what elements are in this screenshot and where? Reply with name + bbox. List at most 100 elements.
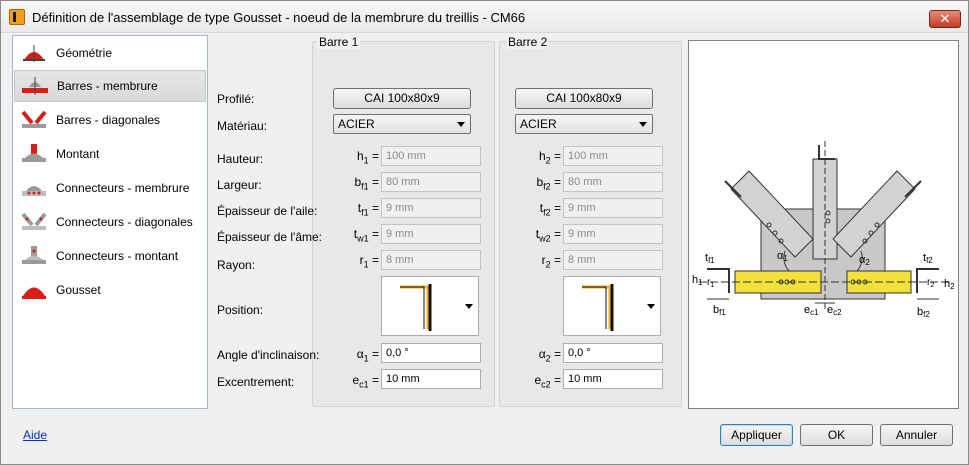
diagonal-connectors-icon bbox=[20, 211, 48, 233]
h2-label: h2 bbox=[944, 278, 955, 291]
app-logo-icon bbox=[9, 9, 25, 25]
bar2-title: Barre 2 bbox=[506, 35, 550, 49]
bar2-bf-symbol: bf2 = bbox=[536, 175, 561, 192]
bar1-material-value: ACIER bbox=[338, 117, 375, 131]
bar1-title: Barre 1 bbox=[317, 35, 361, 49]
height-label: Hauteur: bbox=[217, 152, 264, 166]
chevron-down-icon bbox=[457, 122, 465, 127]
bar1-alpha-symbol: α1 = bbox=[356, 347, 379, 364]
sidebar-item-label: Barres - membrure bbox=[57, 79, 158, 93]
sidebar-item-chord-bars[interactable]: Barres - membrure bbox=[14, 70, 206, 102]
bar1-radius-field[interactable]: 8 mm bbox=[381, 250, 481, 270]
sidebar-item-diagonal-connectors[interactable]: Connecteurs - diagonales bbox=[14, 206, 206, 238]
bar2-tw-symbol: tw2 = bbox=[535, 227, 561, 244]
bar1-angle-field[interactable]: 0,0 ° bbox=[381, 343, 481, 363]
sidebar-item-label: Connecteurs - montant bbox=[56, 249, 179, 263]
post-angle-section bbox=[818, 145, 835, 160]
bar2-height-field[interactable]: 100 mm bbox=[563, 146, 663, 166]
bar1-h-symbol: h1 = bbox=[356, 149, 379, 166]
chord-bars-icon bbox=[21, 75, 49, 97]
geometry-icon bbox=[20, 42, 48, 64]
cancel-button[interactable]: Annuler bbox=[880, 424, 953, 446]
sidebar-item-label: Gousset bbox=[56, 283, 101, 297]
bar2-h-symbol: h2 = bbox=[538, 149, 561, 166]
help-link[interactable]: Aide bbox=[23, 428, 47, 442]
dialog-window: Définition de l'assemblage de type Gouss… bbox=[0, 0, 969, 465]
bar2-eccentricity-field[interactable]: 10 mm bbox=[563, 369, 663, 389]
profile-label: Profilé: bbox=[217, 92, 255, 106]
ok-button[interactable]: OK bbox=[800, 424, 873, 446]
sidebar-item-label: Connecteurs - diagonales bbox=[56, 215, 193, 229]
bar1-bf-symbol: bf1 = bbox=[354, 175, 379, 192]
gusset-icon bbox=[20, 279, 48, 301]
sidebar-item-label: Montant bbox=[56, 147, 100, 161]
tf2-label: tf2 bbox=[923, 252, 933, 265]
width-label: Largeur: bbox=[217, 178, 262, 192]
bar2-tw-field[interactable]: 9 mm bbox=[563, 224, 663, 244]
bar1-material-select[interactable]: ACIER bbox=[333, 114, 471, 134]
bar1-height-field[interactable]: 100 mm bbox=[381, 146, 481, 166]
sidebar-item-vertical-post[interactable]: Montant bbox=[14, 138, 206, 170]
bar1-tf-field[interactable]: 9 mm bbox=[381, 198, 481, 218]
web-thickness-label: Épaisseur de l'âme: bbox=[217, 230, 323, 244]
sidebar-item-label: Géométrie bbox=[56, 46, 113, 60]
eccentricity-label: Excentrement: bbox=[217, 375, 295, 389]
chevron-down-icon bbox=[647, 304, 655, 309]
r2-label: r2 bbox=[927, 277, 934, 289]
sidebar-item-gusset[interactable]: Gousset bbox=[14, 274, 206, 306]
post-connectors-icon bbox=[20, 245, 48, 267]
material-label: Matériau: bbox=[217, 119, 268, 133]
ec2-label: ec2 bbox=[827, 304, 842, 317]
diagonal-bars-icon bbox=[20, 109, 48, 131]
tf1-label: tf1 bbox=[705, 252, 715, 265]
bar2-material-value: ACIER bbox=[520, 117, 557, 131]
bar2-angle-field[interactable]: 0,0 ° bbox=[563, 343, 663, 363]
h1-label: h1 bbox=[692, 274, 703, 287]
angle-label: Angle d'inclinaison: bbox=[217, 348, 320, 362]
bar2-profile-button[interactable]: CAI 100x80x9 bbox=[515, 88, 653, 109]
sidebar-item-chord-connectors[interactable]: Connecteurs - membrure bbox=[14, 172, 206, 204]
bar2-material-select[interactable]: ACIER bbox=[515, 114, 653, 134]
connection-drawing: tf1 tf2 h1 h2 r1 r2 bf1 bf2 α1 α2 ec1 ec… bbox=[688, 40, 959, 409]
gusset-diagram: tf1 tf2 h1 h2 r1 r2 bf1 bf2 α1 α2 ec1 ec… bbox=[692, 141, 955, 319]
bar1-tw-field[interactable]: 9 mm bbox=[381, 224, 481, 244]
chord-connectors-icon bbox=[20, 177, 48, 199]
bar1-ec-symbol: ec1 = bbox=[352, 373, 379, 390]
sidebar-item-label: Connecteurs - membrure bbox=[56, 181, 190, 195]
bar1-tw-symbol: tw1 = bbox=[353, 227, 379, 244]
bf1-label: bf1 bbox=[713, 304, 726, 317]
chevron-down-icon bbox=[639, 122, 647, 127]
ec1-label: ec1 bbox=[804, 304, 819, 317]
vertical-post-icon bbox=[20, 143, 48, 165]
apply-button[interactable]: Appliquer bbox=[720, 424, 793, 446]
bar1-eccentricity-field[interactable]: 10 mm bbox=[381, 369, 481, 389]
sidebar-item-geometry[interactable]: Géométrie bbox=[14, 37, 206, 69]
position-label: Position: bbox=[217, 303, 264, 317]
bar2-tf-symbol: tf2 = bbox=[539, 201, 561, 218]
sidebar-item-diagonal-bars[interactable]: Barres - diagonales bbox=[14, 104, 206, 136]
bar2-position-select[interactable] bbox=[563, 276, 661, 336]
close-button[interactable]: ✕ bbox=[929, 10, 961, 28]
sidebar-nav: Géométrie Barres - membrure Barres - dia… bbox=[12, 35, 208, 409]
sidebar-item-post-connectors[interactable]: Connecteurs - montant bbox=[14, 240, 206, 272]
bar1-tf-symbol: tf1 = bbox=[357, 201, 379, 218]
chevron-down-icon bbox=[465, 304, 473, 309]
bar1-profile-button[interactable]: CAI 100x80x9 bbox=[333, 88, 471, 109]
bf2-label: bf2 bbox=[917, 306, 930, 319]
angle-profile-icon bbox=[582, 284, 614, 331]
bar2-radius-field[interactable]: 8 mm bbox=[563, 250, 663, 270]
bar2-r-symbol: r2 = bbox=[541, 253, 561, 270]
bar2-alpha-symbol: α2 = bbox=[538, 347, 561, 364]
flange-thickness-label: Épaisseur de l'aile: bbox=[217, 204, 318, 218]
bar2-width-field[interactable]: 80 mm bbox=[563, 172, 663, 192]
bar2-ec-symbol: ec2 = bbox=[534, 373, 561, 390]
bar2-tf-field[interactable]: 9 mm bbox=[563, 198, 663, 218]
window-title: Définition de l'assemblage de type Gouss… bbox=[32, 10, 526, 25]
angle-profile-icon bbox=[400, 284, 432, 331]
radius-label: Rayon: bbox=[217, 258, 256, 272]
bar1-r-symbol: r1 = bbox=[359, 253, 379, 270]
bar1-position-select[interactable] bbox=[381, 276, 479, 336]
title-bar: Définition de l'assemblage de type Gouss… bbox=[1, 1, 968, 33]
bar1-width-field[interactable]: 80 mm bbox=[381, 172, 481, 192]
sidebar-item-label: Barres - diagonales bbox=[56, 113, 161, 127]
